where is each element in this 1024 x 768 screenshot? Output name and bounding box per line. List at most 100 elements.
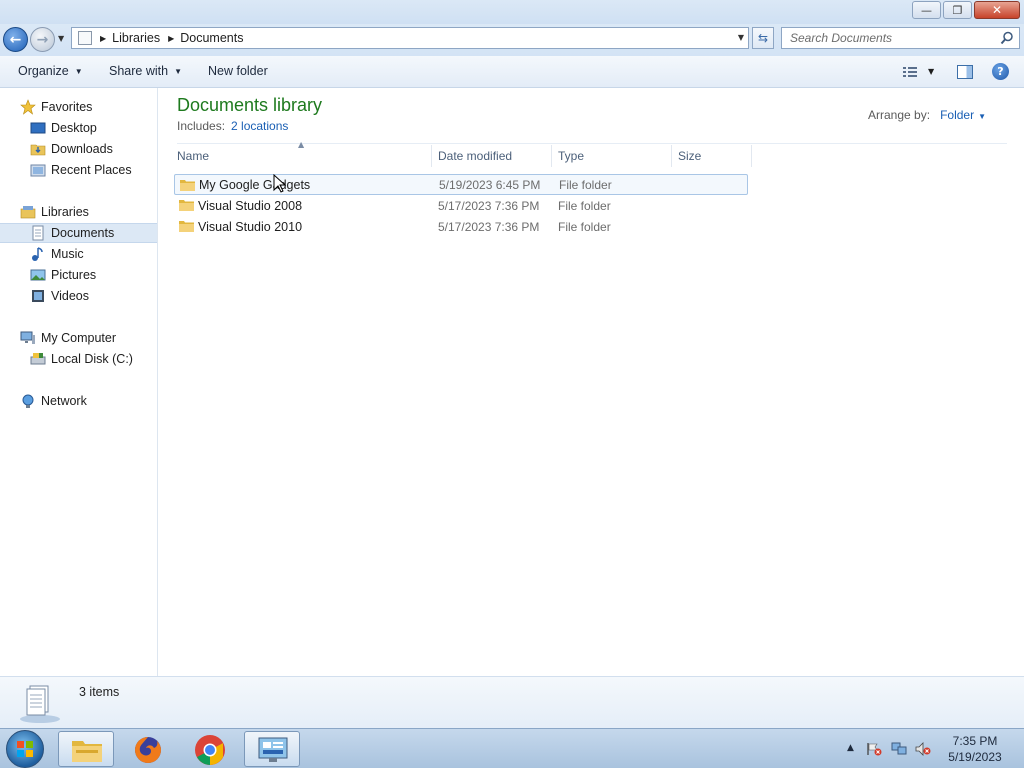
content-pane: Documents library Includes: 2 locations A…	[159, 88, 1024, 676]
file-name: My Google Gadgets	[199, 177, 311, 192]
navigation-pane: Favorites Desktop Downloads Recent Place…	[0, 88, 158, 676]
column-header-type[interactable]: Type	[552, 145, 672, 167]
file-name: Visual Studio 2010	[198, 219, 303, 234]
refresh-button[interactable]: ⇆	[752, 27, 774, 49]
mouse-cursor-icon	[273, 174, 287, 193]
file-date: 5/19/2023 6:45 PM	[439, 177, 541, 192]
new-folder-button[interactable]: New folder	[208, 64, 268, 78]
nav-desktop-label: Desktop	[51, 121, 97, 135]
nav-recent-places[interactable]: Recent Places	[0, 160, 157, 180]
column-header-date-modified[interactable]: Date modified	[432, 145, 552, 167]
window-controls: — ❐ ✕	[910, 1, 1020, 19]
minimize-icon: —	[921, 3, 932, 17]
file-date: 5/17/2023 7:36 PM	[438, 198, 540, 213]
hard-disk-icon	[30, 353, 46, 365]
nav-documents[interactable]: Documents	[0, 223, 157, 243]
address-row: ← → ▼ ▶ Libraries ▶ Documents ▼ ⇆	[0, 24, 1024, 56]
chevron-right-icon[interactable]: ▶	[168, 34, 174, 43]
start-button[interactable]	[6, 730, 44, 768]
file-row[interactable]: Visual Studio 2010 5/17/2023 7:36 PM Fil…	[174, 216, 748, 237]
library-icon	[78, 31, 92, 45]
nav-music-label: Music	[51, 247, 84, 261]
clock-date: 5/19/2023	[948, 750, 1002, 764]
search-box[interactable]	[781, 27, 1020, 49]
nav-favorites[interactable]: Favorites	[0, 97, 157, 117]
close-icon: ✕	[991, 3, 1003, 17]
recent-places-icon	[30, 164, 46, 177]
folder-icon	[180, 180, 195, 191]
refresh-icon: ⇆	[757, 31, 769, 45]
file-name: Visual Studio 2008	[198, 198, 303, 213]
minimize-button[interactable]: —	[912, 1, 941, 19]
share-with-button[interactable]: Share with ▼	[109, 64, 182, 78]
nav-network-label: Network	[41, 394, 87, 408]
taskbar-control-panel[interactable]	[244, 731, 300, 767]
file-type: File folder	[559, 177, 612, 192]
nav-libraries[interactable]: Libraries	[0, 202, 157, 222]
desktop-icon	[30, 122, 46, 134]
nav-music[interactable]: Music	[0, 244, 157, 264]
file-date: 5/17/2023 7:36 PM	[438, 219, 540, 234]
search-icon[interactable]	[1000, 31, 1014, 45]
taskbar-firefox[interactable]	[120, 731, 176, 767]
network-status-icon[interactable]	[891, 742, 907, 756]
arrange-by-label: Arrange by:	[868, 108, 931, 122]
views-dropdown-icon[interactable]: ▼	[928, 67, 934, 76]
chevron-down-icon[interactable]: ▼	[978, 112, 986, 121]
windows-logo-icon	[17, 741, 33, 757]
action-center-flag-icon[interactable]	[866, 742, 882, 756]
page-title: Documents library	[177, 95, 323, 115]
pictures-icon	[30, 269, 46, 281]
nav-videos[interactable]: Videos	[0, 286, 157, 306]
forward-button[interactable]: →	[30, 27, 55, 52]
folder-icon	[179, 221, 194, 232]
music-icon	[32, 247, 43, 261]
preview-pane-icon[interactable]	[957, 65, 973, 79]
volume-muted-icon[interactable]	[915, 742, 931, 756]
taskbar-chrome[interactable]	[182, 731, 238, 767]
file-row[interactable]: My Google Gadgets 5/19/2023 6:45 PM File…	[174, 174, 748, 195]
command-bar: Organize ▼ Share with ▼ New folder ▼ ?	[0, 56, 1024, 88]
close-button[interactable]: ✕	[974, 1, 1020, 19]
help-icon[interactable]: ?	[992, 63, 1009, 80]
back-button[interactable]: ←	[3, 27, 28, 52]
recent-pages-dropdown-icon[interactable]: ▼	[58, 34, 64, 43]
search-input[interactable]	[782, 28, 992, 48]
nav-pictures[interactable]: Pictures	[0, 265, 157, 285]
file-row[interactable]: Visual Studio 2008 5/17/2023 7:36 PM Fil…	[174, 195, 748, 216]
share-with-label: Share with	[109, 64, 169, 78]
chevron-right-icon[interactable]: ▶	[100, 34, 106, 43]
library-includes: Includes: 2 locations	[177, 119, 288, 133]
breadcrumb-documents[interactable]: Documents	[180, 31, 243, 45]
status-bar: 3 items	[0, 676, 1024, 728]
change-view-icon[interactable]	[902, 65, 918, 79]
taskbar-explorer[interactable]	[58, 731, 114, 767]
address-dropdown-icon[interactable]: ▼	[738, 33, 744, 42]
column-header-size[interactable]: Size	[672, 145, 752, 167]
nav-network[interactable]: Network	[0, 391, 157, 411]
documents-icon	[32, 225, 44, 241]
explorer-folder-icon	[72, 741, 102, 762]
file-type: File folder	[558, 198, 611, 213]
chevron-down-icon: ▼	[174, 66, 182, 76]
star-icon	[20, 99, 36, 115]
arrange-by-dropdown[interactable]: Folder	[940, 108, 974, 122]
taskbar-clock[interactable]: 7:35 PM 5/19/2023	[940, 733, 1010, 765]
show-hidden-icons-icon[interactable]: ▲	[847, 743, 854, 753]
new-folder-label: New folder	[208, 64, 268, 78]
organize-button[interactable]: Organize ▼	[18, 64, 83, 78]
nav-my-computer[interactable]: My Computer	[0, 328, 157, 348]
maximize-button[interactable]: ❐	[943, 1, 972, 19]
clock-time: 7:35 PM	[952, 734, 998, 748]
videos-icon	[32, 290, 44, 302]
locations-link[interactable]: 2 locations	[231, 119, 288, 133]
column-header-name[interactable]: Name	[171, 145, 432, 167]
downloads-folder-icon	[30, 144, 46, 156]
breadcrumb-libraries[interactable]: Libraries	[112, 31, 160, 45]
nav-favorites-label: Favorites	[41, 100, 93, 114]
nav-local-disk[interactable]: Local Disk (C:)	[0, 349, 157, 369]
system-app-icon	[258, 737, 288, 762]
address-bar[interactable]: ▶ Libraries ▶ Documents ▼	[71, 27, 749, 49]
nav-downloads[interactable]: Downloads	[0, 139, 157, 159]
nav-desktop[interactable]: Desktop	[0, 118, 157, 138]
